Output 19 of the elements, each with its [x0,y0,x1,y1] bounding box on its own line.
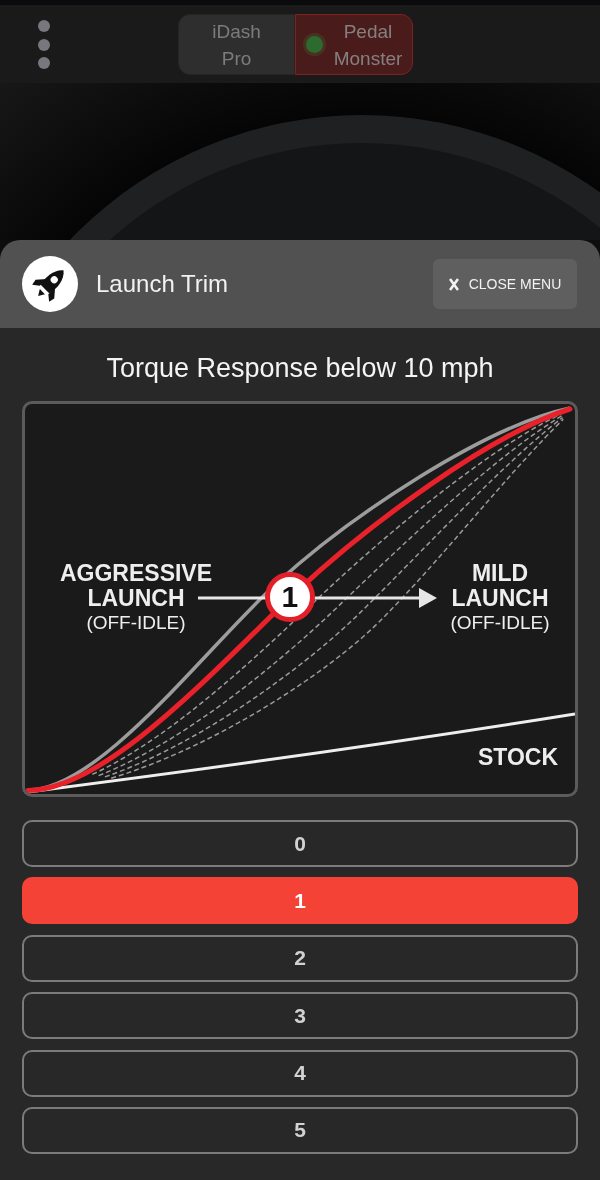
trim-level-button[interactable]: 0 [22,820,578,867]
sheet-title: Launch Trim [96,269,229,299]
trim-level-button[interactable]: 4 [22,1049,578,1097]
idle-note: (OFF-IDLE) [450,611,550,635]
level-marker: 1 [264,572,315,622]
launch-label: AGGRESSIVE LAUNCH [59,561,213,611]
trim-level-button[interactable]: 3 [22,992,578,1040]
device-tab[interactable]: Pedal Monster [295,14,413,75]
trim-level-button[interactable]: 1 [22,877,578,925]
launch-label: MILD LAUNCH [451,561,549,611]
close-icon [448,277,459,291]
trim-level-button[interactable]: 5 [22,1106,578,1154]
trim-level-button[interactable]: 2 [22,934,578,982]
close-menu-button[interactable]: CLOSE MENU [433,259,577,309]
rocket-icon [22,256,78,312]
menu-icon[interactable] [38,20,50,69]
idle-note: (OFF-IDLE) [86,611,186,635]
stock-label: STOCK [477,745,558,769]
chart-title: Torque Response below 10 mph [106,352,494,384]
